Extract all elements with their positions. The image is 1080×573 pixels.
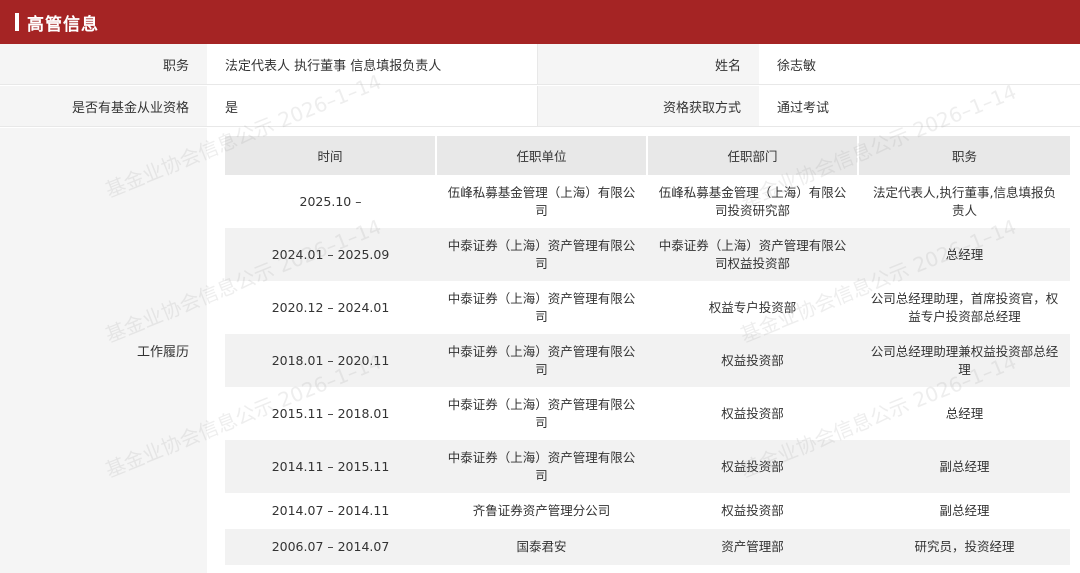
table-row: 2018.01 – 2020.11 中泰证券（上海）资产管理有限公司 权益投资部… [225, 334, 1070, 387]
info-row-qualification: 是否有基金从业资格 是 资格获取方式 通过考试 [0, 86, 1080, 127]
cell-time: 2018.01 – 2020.11 [225, 334, 436, 387]
work-history-label: 工作履历 [0, 128, 207, 573]
section-title: 高管信息 [27, 14, 99, 35]
cell-department: 权益投资部 [647, 440, 858, 493]
table-row: 2025.10 – 伍峰私募基金管理（上海）有限公司 伍峰私募基金管理（上海）有… [225, 175, 1070, 228]
section-header: 高管信息 [0, 0, 1080, 44]
cell-role: 总经理 [858, 387, 1070, 440]
cell-time: 2006.07 – 2014.07 [225, 529, 436, 565]
column-header-role: 职务 [857, 136, 1070, 175]
cell-role: 研究员，投资经理 [858, 529, 1070, 565]
table-header-row: 时间 任职单位 任职部门 职务 [225, 136, 1070, 175]
cell-role: 公司总经理助理兼权益投资部总经理 [858, 334, 1070, 387]
cell-unit: 中泰证券（上海）资产管理有限公司 [436, 281, 647, 334]
cell-time: 2014.07 – 2014.11 [225, 493, 436, 529]
name-value: 徐志敏 [759, 44, 1080, 84]
cell-time: 2025.10 – [225, 175, 436, 228]
position-label: 职务 [0, 44, 207, 84]
cell-unit: 中泰证券（上海）资产管理有限公司 [436, 387, 647, 440]
cell-unit: 齐鲁证券资产管理分公司 [436, 493, 647, 529]
cell-role: 法定代表人,执行董事,信息填报负责人 [858, 175, 1070, 228]
info-row-position: 职务 法定代表人 执行董事 信息填报负责人 姓名 徐志敏 [0, 44, 1080, 85]
cell-department: 资产管理部 [647, 529, 858, 565]
cell-unit: 中泰证券（上海）资产管理有限公司 [436, 228, 647, 281]
cell-time: 2015.11 – 2018.01 [225, 387, 436, 440]
cell-unit: 伍峰私募基金管理（上海）有限公司 [436, 175, 647, 228]
column-header-unit: 任职单位 [435, 136, 647, 175]
cell-time: 2020.12 – 2024.01 [225, 281, 436, 334]
qualification-label: 是否有基金从业资格 [0, 86, 207, 126]
cell-department: 权益投资部 [647, 493, 858, 529]
cell-role: 总经理 [858, 228, 1070, 281]
cell-unit: 中泰证券（上海）资产管理有限公司 [436, 334, 647, 387]
cell-role: 副总经理 [858, 493, 1070, 529]
qualification-method-label: 资格获取方式 [537, 86, 759, 126]
table-row: 2015.11 – 2018.01 中泰证券（上海）资产管理有限公司 权益投资部… [225, 387, 1070, 440]
qualification-value: 是 [207, 86, 537, 126]
cell-department: 权益专户投资部 [647, 281, 858, 334]
cell-role: 副总经理 [858, 440, 1070, 493]
work-history-table: 时间 任职单位 任职部门 职务 2025.10 – 伍峰私募基金管理（上海）有限… [224, 136, 1070, 565]
name-label: 姓名 [537, 44, 759, 84]
table-row: 2020.12 – 2024.01 中泰证券（上海）资产管理有限公司 权益专户投… [225, 281, 1070, 334]
table-row: 2024.01 – 2025.09 中泰证券（上海）资产管理有限公司 中泰证券（… [225, 228, 1070, 281]
table-row: 2006.07 – 2014.07 国泰君安 资产管理部 研究员，投资经理 [225, 529, 1070, 565]
column-header-department: 任职部门 [646, 136, 858, 175]
qualification-method-value: 通过考试 [759, 86, 1080, 126]
cell-department: 权益投资部 [647, 387, 858, 440]
cell-department: 权益投资部 [647, 334, 858, 387]
position-value: 法定代表人 执行董事 信息填报负责人 [207, 44, 537, 84]
cell-role: 公司总经理助理，首席投资官，权益专户投资部总经理 [858, 281, 1070, 334]
cell-department: 中泰证券（上海）资产管理有限公司权益投资部 [647, 228, 858, 281]
header-accent-bar [15, 13, 19, 31]
column-header-time: 时间 [225, 136, 436, 175]
cell-time: 2024.01 – 2025.09 [225, 228, 436, 281]
cell-unit: 国泰君安 [436, 529, 647, 565]
cell-unit: 中泰证券（上海）资产管理有限公司 [436, 440, 647, 493]
table-row: 2014.07 – 2014.11 齐鲁证券资产管理分公司 权益投资部 副总经理 [225, 493, 1070, 529]
cell-department: 伍峰私募基金管理（上海）有限公司投资研究部 [647, 175, 858, 228]
table-row: 2014.11 – 2015.11 中泰证券（上海）资产管理有限公司 权益投资部… [225, 440, 1070, 493]
cell-time: 2014.11 – 2015.11 [225, 440, 436, 493]
